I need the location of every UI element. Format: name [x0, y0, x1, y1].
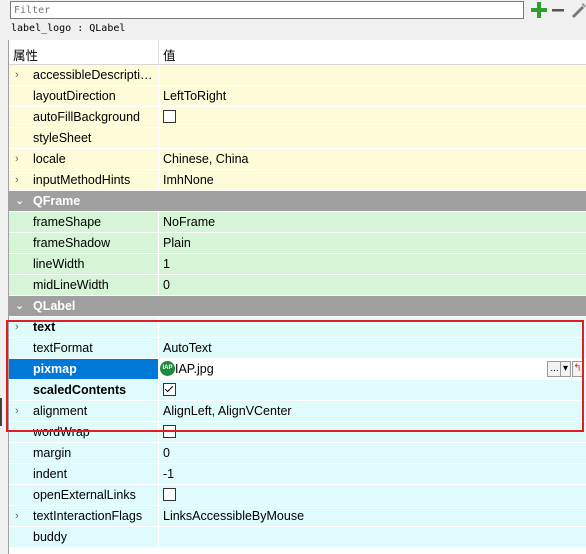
property-column-header[interactable]: 属性: [13, 45, 38, 64]
prop-row-textInteractionFlags[interactable]: › textInteractionFlags LinksAccessibleBy…: [9, 506, 586, 527]
prop-row-margin[interactable]: margin 0: [9, 443, 586, 464]
prop-row-text[interactable]: › text: [9, 317, 586, 338]
prop-row-lineWidth[interactable]: lineWidth 1: [9, 254, 586, 275]
column-header: 属性 值: [9, 40, 586, 65]
prop-row-styleSheet[interactable]: styleSheet: [9, 128, 586, 149]
prop-row-frameShape[interactable]: frameShape NoFrame: [9, 212, 586, 233]
prop-row-autoFillBackground[interactable]: autoFillBackground: [9, 107, 586, 128]
object-label: label_logo : QLabel: [11, 23, 126, 34]
prop-row-scaledContents[interactable]: scaledContents: [9, 380, 586, 401]
section-qlabel[interactable]: ⌄ QLabel: [9, 296, 586, 317]
prop-row-midLineWidth[interactable]: midLineWidth 0: [9, 275, 586, 296]
prop-row-openExternalLinks[interactable]: openExternalLinks: [9, 485, 586, 506]
pixmap-value: IAP.jpg: [175, 362, 214, 376]
image-file-icon: IAP: [160, 361, 175, 377]
prop-row-layoutDirection[interactable]: layoutDirection LeftToRight: [9, 86, 586, 107]
add-property-icon[interactable]: [530, 1, 548, 19]
remove-property-icon[interactable]: [550, 1, 566, 19]
prop-row-wordWrap[interactable]: wordWrap: [9, 422, 586, 443]
prop-row-locale[interactable]: › locale Chinese, China: [9, 149, 586, 170]
open-external-links-checkbox[interactable]: [163, 488, 176, 502]
word-wrap-checkbox[interactable]: [163, 425, 176, 439]
value-column-header[interactable]: 值: [163, 45, 176, 64]
configure-icon[interactable]: [569, 1, 586, 19]
autofill-checkbox[interactable]: [163, 110, 176, 124]
prop-row-inputMethodHints[interactable]: › inputMethodHints ImhNone: [9, 170, 586, 191]
filter-toolbar: [8, 0, 586, 22]
splitter-handle[interactable]: [0, 398, 2, 426]
prop-row-indent[interactable]: indent -1: [9, 464, 586, 485]
prop-row-frameShadow[interactable]: frameShadow Plain: [9, 233, 586, 254]
property-tree: 属性 值 › accessibleDescripti… layoutDirect…: [8, 40, 586, 554]
prop-row-buddy[interactable]: buddy: [9, 527, 586, 548]
browse-button[interactable]: ...: [547, 361, 561, 377]
dropdown-arrow-icon[interactable]: ▾: [560, 361, 571, 377]
reset-icon[interactable]: ↰: [572, 361, 583, 377]
prop-row-textFormat[interactable]: textFormat AutoText: [9, 338, 586, 359]
scaled-contents-checkbox[interactable]: [163, 383, 176, 397]
prop-row-accessibleDescription[interactable]: › accessibleDescripti…: [9, 65, 586, 86]
section-qframe[interactable]: ⌄ QFrame: [9, 191, 586, 212]
prop-row-pixmap[interactable]: pixmap IAP IAP.jpg ... ▾ ↰: [9, 359, 586, 380]
prop-row-alignment[interactable]: › alignment AlignLeft, AlignVCenter: [9, 401, 586, 422]
filter-input[interactable]: [10, 1, 524, 19]
